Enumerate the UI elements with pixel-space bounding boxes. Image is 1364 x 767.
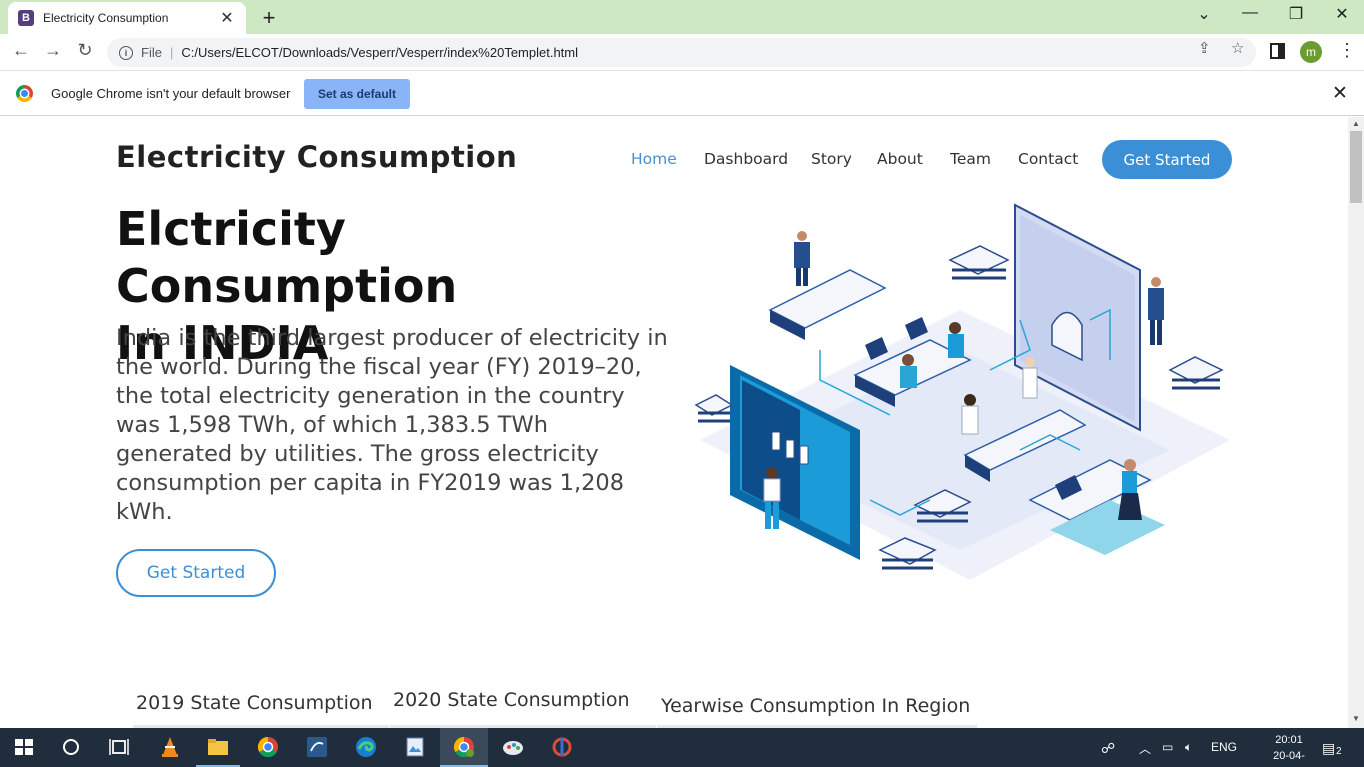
site-brand[interactable]: Electricity Consumption (116, 140, 517, 174)
section-title-2020: 2020 State Consumption (393, 689, 630, 711)
nav-home[interactable]: Home (631, 150, 677, 168)
clock-date: 20-04-2023 (1273, 750, 1305, 767)
close-window-button[interactable]: ✕ (1330, 4, 1354, 24)
notifications-icon[interactable]: ▤ (1322, 740, 1335, 757)
minimize-button[interactable]: — (1238, 4, 1262, 22)
clock-time: 20:01 (1275, 734, 1303, 746)
side-panel-icon[interactable] (1270, 43, 1285, 59)
vlc-cone-icon[interactable] (159, 736, 181, 758)
paint-palette-icon[interactable] (502, 736, 524, 758)
set-as-default-button[interactable]: Set as default (304, 79, 410, 109)
hero-description: India is the third largest producer of e… (116, 325, 668, 525)
scroll-down-arrow-icon[interactable]: ▼ (1352, 714, 1360, 723)
tab-title: Electricity Consumption (43, 11, 169, 25)
isometric-office-illustration (694, 203, 1230, 580)
show-hidden-icons-chevron-up-icon[interactable]: ︿ (1139, 740, 1151, 757)
url-text[interactable]: C:/Users/ELCOT/Downloads/Vesperr/Vesperr… (181, 45, 578, 60)
nav-dashboard[interactable]: Dashboard (704, 150, 788, 168)
file-explorer-folder-icon[interactable] (207, 736, 229, 758)
scroll-up-arrow-icon[interactable]: ▲ (1352, 119, 1360, 128)
people-icon[interactable]: ☍ (1101, 740, 1115, 757)
infobar-message: Google Chrome isn't your default browser (51, 86, 291, 101)
hero-get-started-button[interactable]: Get Started (116, 549, 276, 597)
tab-search-chevron-down-icon[interactable]: ⌄ (1192, 4, 1216, 24)
edge-icon[interactable] (355, 736, 377, 758)
restore-button[interactable]: ❐ (1284, 4, 1308, 24)
python-app-icon[interactable] (551, 736, 573, 758)
url-separator: | (169, 45, 174, 60)
nav-team[interactable]: Team (950, 150, 991, 168)
volume-speaker-icon[interactable]: 🔈︎ (1185, 740, 1192, 755)
new-tab-button[interactable]: + (258, 5, 280, 31)
menu-kebab-icon[interactable]: ⋮ (1338, 40, 1356, 61)
input-language[interactable]: ENG (1211, 740, 1237, 754)
back-arrow-icon[interactable]: ← (9, 40, 33, 61)
bootstrap-favicon-icon: B (18, 10, 34, 26)
image-viewer-icon[interactable] (404, 736, 426, 758)
default-browser-infobar: Google Chrome isn't your default browser… (0, 70, 1364, 116)
chrome-icon[interactable] (257, 736, 279, 758)
hero-title-line1: Elctricity Consumption (116, 202, 458, 313)
infobar-close-icon[interactable]: ✕ (1332, 82, 1348, 105)
nav-story[interactable]: Story (811, 150, 852, 168)
windows-start-icon[interactable] (13, 736, 35, 758)
tab-strip: B Electricity Consumption ✕ + ⌄ — ❐ ✕ (0, 0, 1364, 34)
tab-close-icon[interactable]: ✕ (218, 8, 236, 28)
bookmark-star-icon[interactable]: ☆ (1231, 39, 1244, 57)
page-scrollbar[interactable]: ▲ ▼ (1348, 117, 1364, 728)
browser-tab[interactable]: B Electricity Consumption ✕ (8, 2, 246, 34)
windows-taskbar: ☍ ︿ ▭ 🔈︎ ENG 20:01 20-04-2023 ▤ 2 (0, 728, 1364, 767)
scroll-thumb[interactable] (1350, 131, 1362, 203)
reload-icon[interactable]: ↻ (73, 40, 97, 61)
taskbar-clock[interactable]: 20:01 20-04-2023 (1262, 732, 1316, 767)
section-title-2019: 2019 State Consumption (136, 692, 373, 714)
chrome-profile-icon[interactable] (453, 736, 475, 758)
notification-count-badge: 2 (1336, 746, 1342, 757)
chrome-logo-icon (16, 85, 33, 102)
share-icon[interactable]: ⇪ (1198, 39, 1211, 57)
sql-dolphin-icon[interactable] (306, 736, 328, 758)
url-scheme: File (141, 45, 162, 60)
battery-icon[interactable]: ▭ (1162, 740, 1173, 754)
profile-avatar[interactable]: m (1300, 41, 1322, 63)
site-info-icon[interactable]: i (119, 45, 133, 60)
search-circle-icon[interactable] (60, 736, 82, 758)
nav-get-started-button[interactable]: Get Started (1102, 140, 1232, 179)
nav-about[interactable]: About (877, 150, 923, 168)
forward-arrow-icon[interactable]: → (41, 40, 65, 61)
address-bar[interactable]: i File | C:/Users/ELCOT/Downloads/Vesper… (107, 38, 1256, 67)
nav-contact[interactable]: Contact (1018, 150, 1078, 168)
task-view-icon[interactable] (108, 736, 130, 758)
browser-toolbar: ← → ↻ i File | C:/Users/ELCOT/Downloads/… (0, 34, 1364, 70)
section-title-yearwise: Yearwise Consumption In Region (661, 695, 971, 717)
page-viewport: Electricity Consumption Home Dashboard S… (0, 117, 1348, 728)
